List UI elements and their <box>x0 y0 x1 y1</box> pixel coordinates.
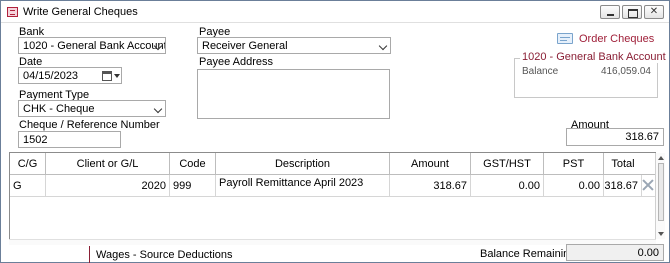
balance-label: Balance <box>522 66 559 77</box>
chevron-down-icon <box>378 41 388 51</box>
vertical-scrollbar[interactable] <box>655 153 665 239</box>
payment-type-select[interactable]: CHK - Cheque <box>18 100 166 117</box>
cell-client-gl[interactable]: 2020 <box>46 175 170 197</box>
column-header-code[interactable]: Code <box>170 153 216 175</box>
close-button[interactable]: ✕ <box>644 5 664 19</box>
cell-cg[interactable]: G <box>10 175 46 197</box>
payee-address-field[interactable] <box>197 69 390 119</box>
payee-value: Receiver General <box>202 40 288 52</box>
column-header-total[interactable]: Total <box>604 153 642 175</box>
delete-line-icon[interactable] <box>642 179 654 191</box>
bank-balance-panel <box>514 58 658 98</box>
balance-remaining-value: 0.00 <box>637 247 659 259</box>
cheque-icon <box>557 33 573 44</box>
scroll-up-icon[interactable] <box>658 156 664 160</box>
column-header-gst-hst[interactable]: GST/HST <box>471 153 544 175</box>
balance-remaining-field: 0.00 <box>566 244 664 261</box>
cheque-lines-grid: C/G Client or G/L Code Description Amoun… <box>9 152 657 240</box>
bank-select-value: 1020 - General Bank Account <box>23 40 166 52</box>
calendar-icon <box>102 71 112 81</box>
balance-value: 416,059.04 <box>600 66 651 77</box>
dropdown-arrow-icon <box>114 74 120 78</box>
maximize-icon <box>623 6 641 18</box>
table-row[interactable]: G 2020 999 Payroll Remittance April 2023… <box>10 175 657 197</box>
payee-select[interactable]: Receiver General <box>197 37 391 54</box>
minimize-icon <box>601 6 619 18</box>
column-header-cg[interactable]: C/G <box>10 153 46 175</box>
balance-remaining-label: Balance Remaining <box>480 248 576 260</box>
app-icon <box>7 7 18 17</box>
order-cheques-link[interactable]: Order Cheques <box>557 30 654 48</box>
title-bar: Write General Cheques ✕ <box>1 1 669 23</box>
amount-value: 318.67 <box>625 131 659 143</box>
amount-field[interactable]: 318.67 <box>566 128 664 146</box>
bank-panel-title: 1020 - General Bank Account <box>520 51 668 63</box>
cell-pst[interactable]: 0.00 <box>544 175 604 197</box>
column-header-amount[interactable]: Amount <box>390 153 471 175</box>
cell-total[interactable]: 318.67 <box>604 175 642 197</box>
bank-select[interactable]: 1020 - General Bank Account <box>18 37 166 54</box>
cell-gst-hst[interactable]: 0.00 <box>471 175 544 197</box>
account-name: Wages - Source Deductions <box>96 249 233 261</box>
column-header-client-gl[interactable]: Client or G/L <box>46 153 170 175</box>
column-header-pst[interactable]: PST <box>544 153 604 175</box>
horizontal-scrollbar[interactable] <box>9 239 656 245</box>
cell-description[interactable]: Payroll Remittance April 2023 <box>216 175 390 197</box>
chevron-down-icon <box>153 104 163 114</box>
minimize-button[interactable] <box>600 5 620 19</box>
close-icon: ✕ <box>649 6 659 17</box>
scroll-thumb[interactable] <box>658 163 664 221</box>
scroll-down-icon[interactable] <box>658 232 664 236</box>
cell-amount[interactable]: 318.67 <box>390 175 471 197</box>
calendar-button[interactable] <box>102 70 120 83</box>
window-title: Write General Cheques <box>23 6 138 18</box>
grid-header: C/G Client or G/L Code Description Amoun… <box>10 153 657 175</box>
payment-type-value: CHK - Cheque <box>23 103 95 115</box>
cheque-number-field[interactable]: 1502 <box>18 131 121 148</box>
maximize-button[interactable] <box>622 5 642 19</box>
cheque-number-label: Cheque / Reference Number <box>19 119 160 131</box>
cell-code[interactable]: 999 <box>170 175 216 197</box>
date-value: 04/15/2023 <box>23 70 79 82</box>
payee-address-label: Payee Address <box>199 56 273 68</box>
cheque-number-value: 1502 <box>23 134 48 146</box>
column-header-description[interactable]: Description <box>216 153 390 175</box>
write-general-cheques-window: Write General Cheques ✕ Bank 1020 - Gene… <box>0 0 670 263</box>
order-cheques-label: Order Cheques <box>579 33 655 45</box>
